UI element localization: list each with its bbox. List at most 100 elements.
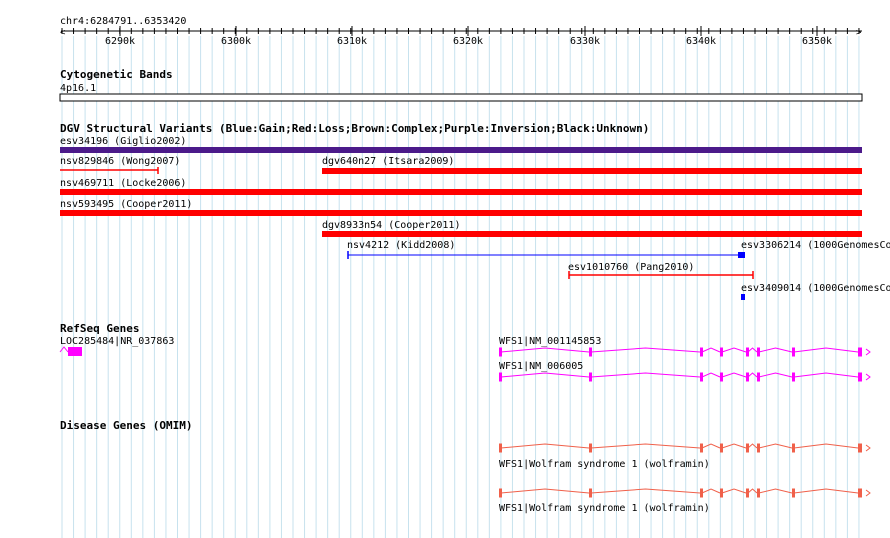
omim-gene-label[interactable]: WFS1|Wolfram syndrome 1 (wolframin): [499, 459, 710, 470]
genome-browser-panel: chr4:6284791..6353420 < > 6290k6300k6310…: [59, 16, 890, 538]
exon-block: [589, 488, 592, 498]
dgv-feature-label[interactable]: dgv8933n54 (Cooper2011): [322, 220, 460, 231]
dgv-track-title[interactable]: DGV Structural Variants (Blue:Gain;Red:L…: [60, 122, 649, 135]
dgv-feature-label[interactable]: dgv640n27 (Itsara2009): [322, 156, 454, 167]
dgv-feature-label[interactable]: esv3306214 (1000GenomesCo: [741, 240, 890, 251]
exon-block: [792, 443, 795, 453]
refseq-gene-label[interactable]: WFS1|NM_006005: [499, 361, 583, 372]
refseq-gene-wfs1-nm006005[interactable]: [499, 372, 871, 382]
exon-block: [792, 488, 795, 498]
exon-block: [757, 488, 760, 498]
dgv-feature-esv3306214[interactable]: [741, 252, 745, 258]
exon-block: [499, 443, 502, 453]
exon-block: [792, 372, 795, 382]
exon-block: [589, 372, 592, 382]
grid-lines: [61, 36, 860, 538]
intron-line: [590, 372, 701, 378]
intron-line: [758, 347, 793, 353]
dgv-feature-label[interactable]: esv34196 (Giglio2002): [60, 136, 186, 147]
intron-line: [701, 488, 721, 494]
exon-block: [792, 347, 795, 357]
exon-block: [499, 347, 502, 357]
exon-block: [858, 372, 862, 382]
strand-arrow: [865, 373, 871, 381]
intron-line: [590, 347, 701, 353]
omim-track-title[interactable]: Disease Genes (OMIM): [60, 419, 192, 432]
intron-line: [721, 347, 747, 353]
exon-block: [720, 372, 723, 382]
ruler-tick-label: 6340k: [686, 36, 716, 47]
intron-line: [701, 443, 721, 449]
intron-line: [793, 488, 859, 494]
intron-line: [721, 443, 747, 449]
exon-block: [720, 347, 723, 357]
intron-line: [500, 347, 590, 353]
cytoband-bar[interactable]: [59, 93, 863, 102]
dgv-feature-dgv8933n54[interactable]: [322, 231, 862, 237]
intron-line: [500, 372, 590, 378]
dgv-feature-label[interactable]: esv3409014 (1000GenomesCo: [741, 283, 890, 294]
dgv-feature-dgv640n27[interactable]: [322, 168, 862, 174]
intron-line: [793, 347, 859, 353]
omim-gene-wfs1-2[interactable]: [499, 488, 871, 498]
refseq-track-title[interactable]: RefSeq Genes: [60, 322, 139, 335]
intron-line: [590, 488, 701, 494]
intron-line: [747, 372, 758, 378]
exon-block: [589, 443, 592, 453]
intron-line: [721, 372, 747, 378]
dgv-feature-esv34196[interactable]: [60, 147, 862, 153]
strand-arrow: [865, 489, 871, 497]
omim-gene-label[interactable]: WFS1|Wolfram syndrome 1 (wolframin): [499, 503, 710, 514]
strand-arrow: [865, 444, 871, 452]
dgv-feature-label[interactable]: nsv4212 (Kidd2008): [347, 240, 455, 251]
intron-line: [747, 488, 758, 494]
dgv-feature-label[interactable]: nsv593495 (Cooper2011): [60, 199, 192, 210]
region-label: chr4:6284791..6353420: [60, 16, 186, 27]
intron-line: [747, 347, 758, 353]
exon-block: [700, 372, 703, 382]
dgv-feature-nsv469711[interactable]: [60, 189, 862, 195]
exon-block: [700, 347, 703, 357]
exon-block: [757, 372, 760, 382]
exon-block: [720, 443, 723, 453]
dgv-feature-esv3409014[interactable]: [741, 294, 745, 300]
exon-block: [746, 372, 749, 382]
ruler-tick-label: 6320k: [453, 36, 483, 47]
intron-line: [758, 443, 793, 449]
intron-line: [747, 443, 758, 449]
exon-block: [700, 488, 703, 498]
ruler-tick-label: 6330k: [570, 36, 600, 47]
intron-line: [500, 488, 590, 494]
intron-line: [500, 443, 590, 449]
exon-block: [589, 347, 592, 357]
refseq-gene-label[interactable]: WFS1|NM_001145853: [499, 336, 601, 347]
ruler-tick-label: 6290k: [105, 36, 135, 47]
exon-block: [746, 443, 749, 453]
exon-block: [720, 488, 723, 498]
strand-arrow: [865, 348, 871, 356]
dgv-feature-label[interactable]: esv1010760 (Pang2010): [568, 262, 694, 273]
intron-line: [793, 443, 859, 449]
intron-line: [701, 372, 721, 378]
exon-block: [746, 347, 749, 357]
dgv-feature-label[interactable]: nsv829846 (Wong2007): [60, 156, 180, 167]
omim-gene-wfs1-1[interactable]: [499, 443, 871, 453]
refseq-gene-loc285484[interactable]: [59, 346, 82, 356]
dgv-feature-label[interactable]: nsv469711 (Locke2006): [60, 178, 186, 189]
exon-block: [746, 488, 749, 498]
exon-block: [499, 488, 502, 498]
dgv-feature-block: [738, 252, 741, 258]
ruler-tick-label: 6310k: [337, 36, 367, 47]
refseq-gene-wfs1-nm001145853[interactable]: [499, 347, 871, 357]
exon-block: [499, 372, 502, 382]
cytoband-label[interactable]: 4p16.1: [60, 83, 96, 94]
dgv-feature-nsv593495[interactable]: [60, 210, 862, 216]
intron-line: [701, 347, 721, 353]
refseq-gene-label[interactable]: LOC285484|NR_037863: [60, 336, 174, 347]
intron-line: [793, 372, 859, 378]
intron-line: [590, 443, 701, 449]
exon-block: [757, 443, 760, 453]
cytogenetic-track-title[interactable]: Cytogenetic Bands: [60, 68, 173, 81]
ruler-left-arrow: <: [60, 28, 66, 38]
intron-line: [721, 488, 747, 494]
